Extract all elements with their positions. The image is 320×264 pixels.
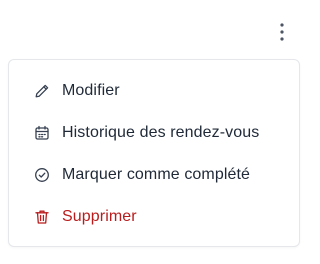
more-options-button[interactable] — [270, 20, 294, 44]
menu-item-appointment-history[interactable]: Historique des rendez-vous — [9, 115, 299, 151]
check-circle-icon — [33, 166, 51, 184]
menu-item-mark-complete[interactable]: Marquer comme complété — [9, 157, 299, 193]
menu-item-label: Supprimer — [62, 208, 137, 225]
menu-item-delete[interactable]: Supprimer — [9, 199, 299, 235]
menu-item-edit[interactable]: Modifier — [9, 73, 299, 109]
pencil-icon — [33, 82, 51, 100]
menu-item-label: Historique des rendez-vous — [62, 124, 260, 141]
calendar-icon — [33, 124, 51, 142]
menu-item-label: Modifier — [62, 82, 120, 99]
more-vertical-icon — [280, 23, 284, 41]
trash-icon — [33, 208, 51, 226]
menu-item-label: Marquer comme complété — [62, 166, 251, 183]
actions-menu: Modifier Historique des rendez-vous Marq… — [8, 59, 300, 247]
